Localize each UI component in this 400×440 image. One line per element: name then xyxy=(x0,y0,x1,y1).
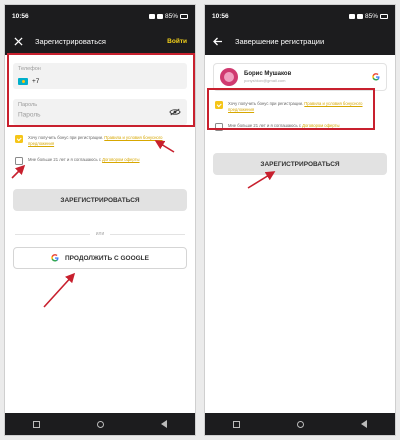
status-time: 10:56 xyxy=(212,12,229,20)
home-icon[interactable] xyxy=(96,420,104,428)
signal-icon xyxy=(348,13,355,19)
recent-apps-icon[interactable] xyxy=(233,420,241,428)
status-icons: 85% xyxy=(348,12,388,20)
avatar xyxy=(220,68,238,86)
login-link[interactable]: Войти xyxy=(167,38,187,45)
google-continue-button[interactable]: ПРОДОЛЖИТЬ С GOOGLE xyxy=(13,247,187,269)
divider-line xyxy=(15,233,90,235)
battery-icon xyxy=(180,13,188,19)
highlight-box-credentials xyxy=(7,53,195,127)
google-account-card[interactable]: Борис Мушаков ponyshkov@gmail.com xyxy=(213,63,387,91)
account-email: ponyshkov@gmail.com xyxy=(244,78,286,83)
register-button[interactable]: ЗАРЕГИСТРИРОВАТЬСЯ xyxy=(13,189,187,211)
battery-percent: 85% xyxy=(164,12,178,20)
or-divider: или xyxy=(15,231,186,237)
status-bar: 10:56 85% xyxy=(205,5,395,27)
app-bar: Зарегистрироваться Войти xyxy=(5,27,195,55)
highlight-box-checkboxes xyxy=(207,88,375,130)
status-bar: 10:56 85% xyxy=(5,5,195,27)
age-text-wrap: Мне больше 21 лет и я соглашаюсь с Догов… xyxy=(28,157,140,163)
recent-apps-icon[interactable] xyxy=(33,420,41,428)
back-icon[interactable] xyxy=(360,420,367,428)
divider-line xyxy=(110,233,186,235)
status-time: 10:56 xyxy=(12,12,29,20)
page-title: Завершение регистрации xyxy=(235,36,325,46)
age-checkbox[interactable] xyxy=(15,157,23,165)
bonus-text-wrap: Хочу получить бонус при регистрации. Пра… xyxy=(28,135,185,147)
signal-icon xyxy=(148,13,155,19)
wifi-icon xyxy=(356,13,363,19)
offer-agreement-link[interactable]: Договором оферты xyxy=(102,157,139,162)
system-nav-bar xyxy=(205,413,395,435)
google-icon xyxy=(51,254,59,262)
status-icons: 85% xyxy=(148,12,188,20)
system-nav-bar xyxy=(5,413,195,435)
register-button[interactable]: ЗАРЕГИСТРИРОВАТЬСЯ xyxy=(213,153,387,175)
age-text: Мне больше 21 лет и я соглашаюсь с xyxy=(28,157,101,162)
wifi-icon xyxy=(156,13,163,19)
account-name: Борис Мушаков xyxy=(244,71,292,77)
battery-percent: 85% xyxy=(364,12,378,20)
page-title: Зарегистрироваться xyxy=(35,36,106,46)
screenshot-canvas: 10:56 85% Зарегистрироваться Войти Телеф… xyxy=(0,0,400,440)
battery-icon xyxy=(380,13,388,19)
account-text: Борис Мушаков ponyshkov@gmail.com xyxy=(244,71,366,83)
back-arrow-icon[interactable] xyxy=(213,36,223,46)
google-icon xyxy=(372,73,380,81)
age-checkbox-row: Мне больше 21 лет и я соглашаюсь с Догов… xyxy=(15,157,185,165)
google-button-label: ПРОДОЛЖИТЬ С GOOGLE xyxy=(64,254,149,262)
bonus-text: Хочу получить бонус при регистрации. xyxy=(28,135,104,140)
bonus-checkbox[interactable] xyxy=(15,135,23,143)
back-icon[interactable] xyxy=(160,420,167,428)
bonus-checkbox-row: Хочу получить бонус при регистрации. Пра… xyxy=(15,135,185,147)
phone-screen-finish-registration: 10:56 85% Завершение регистрации Борис М… xyxy=(204,4,396,436)
home-icon[interactable] xyxy=(296,420,304,428)
or-label: или xyxy=(95,231,105,237)
close-icon[interactable] xyxy=(13,36,23,46)
app-bar: Завершение регистрации xyxy=(205,27,395,55)
